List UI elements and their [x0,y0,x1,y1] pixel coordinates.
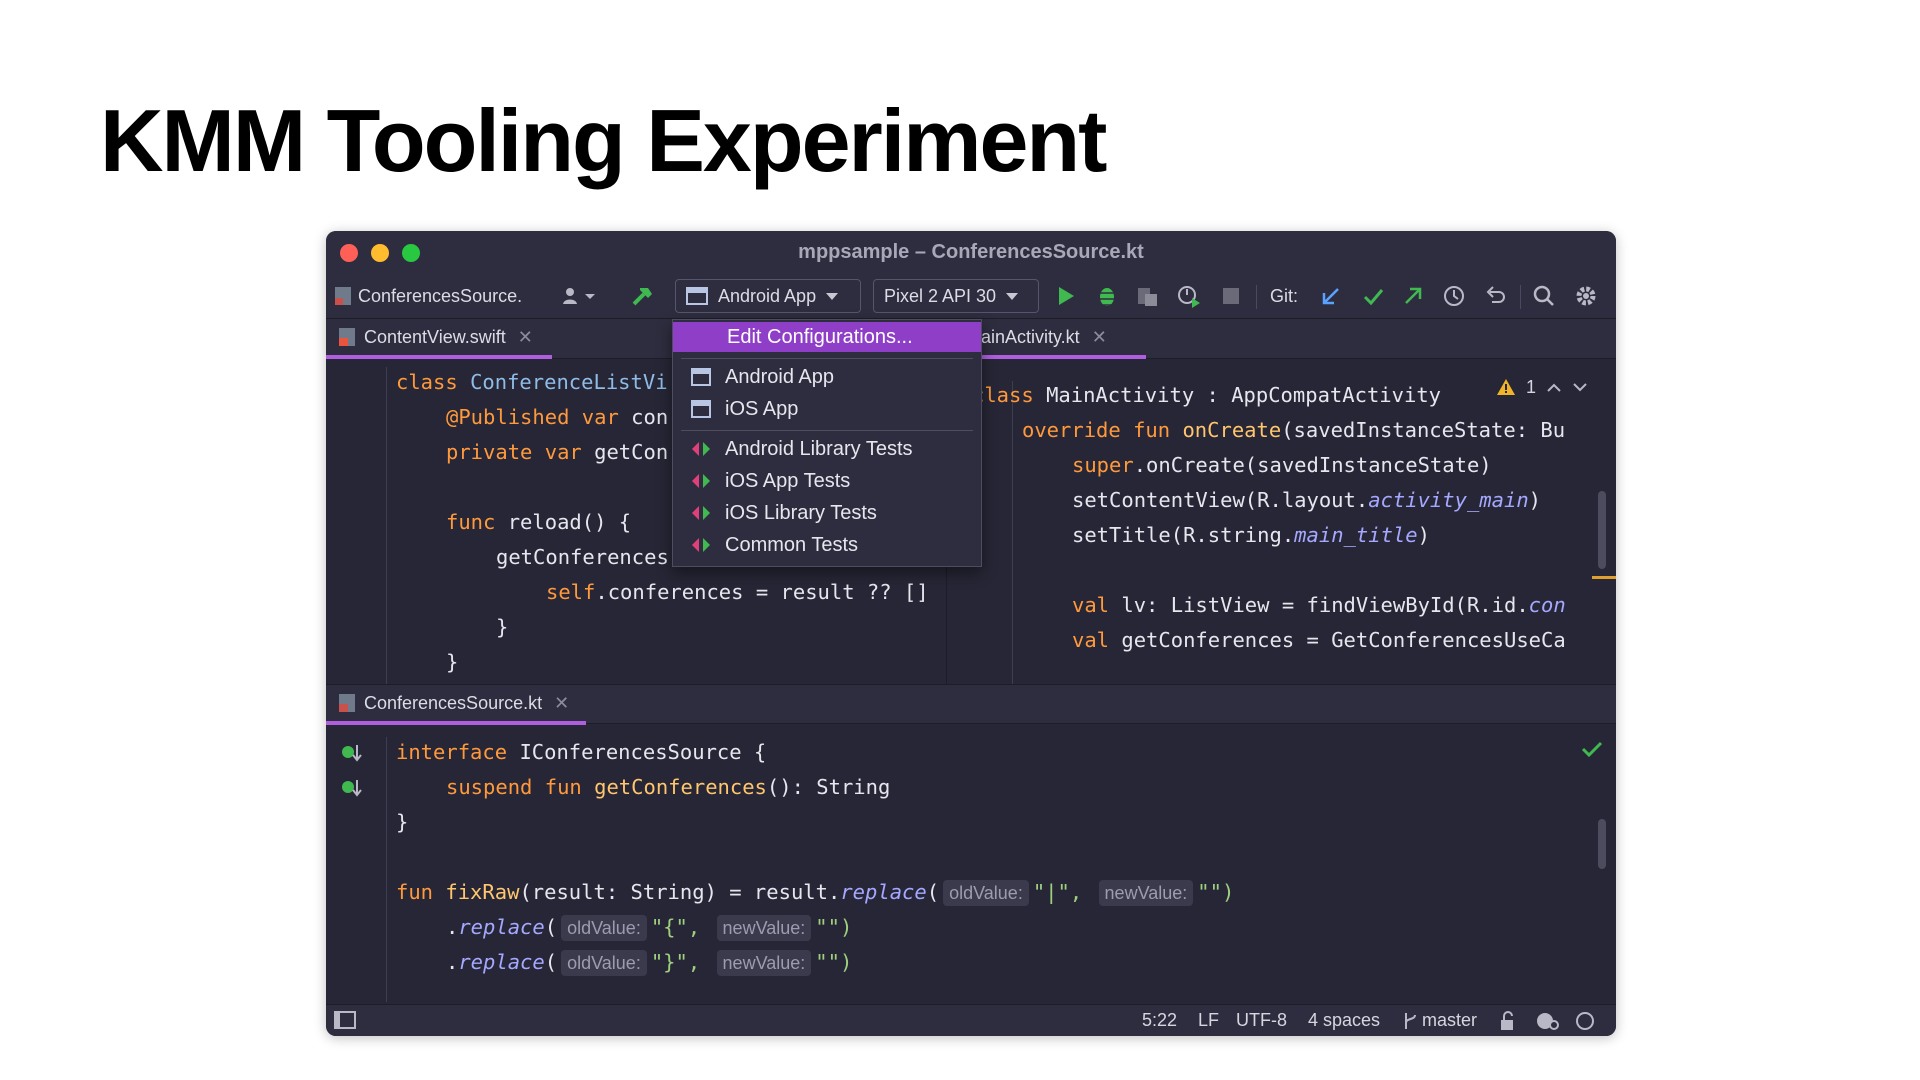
conferencessource-code-editor[interactable]: interface IConferencesSource { suspend f… [326,735,1576,1005]
chevron-down-icon [826,292,839,300]
user-menu-button[interactable] [562,273,596,319]
line-separator[interactable]: LF [1198,1010,1219,1031]
test-icon [692,506,710,520]
git-branch[interactable]: master [1422,1010,1477,1031]
mainactivity-code-editor[interactable]: class MainActivity : AppCompatActivity o… [956,378,1616,708]
parameter-hint: newValue: [716,915,812,941]
project-label: ConferencesSource. [358,285,523,306]
slide-title: KMM Tooling Experiment [100,91,1107,190]
git-commit-button[interactable] [1362,273,1384,319]
search-icon [1533,285,1554,306]
app-window-icon [691,368,711,386]
window-title: mppsample – ConferencesSource.kt [798,241,1144,263]
inspector-icon[interactable] [1534,1011,1560,1031]
close-icon[interactable]: ✕ [1092,327,1107,348]
close-icon[interactable]: ✕ [554,693,569,714]
run-config-label: Android App [718,285,817,306]
caret-position[interactable]: 5:22 [1142,1010,1177,1031]
device-dropdown[interactable]: Pixel 2 API 30 [873,279,1039,313]
chevron-down-icon [1006,292,1019,300]
parameter-hint: newValue: [1098,880,1194,906]
git-update-button[interactable] [1320,273,1342,319]
arrow-down-left-icon [1322,288,1339,305]
parameter-hint: oldValue: [561,915,647,941]
chevron-up-icon[interactable] [1546,381,1562,393]
main-toolbar: ConferencesSource. Android App Pixel 2 A… [326,273,1616,319]
no-problems-check-icon[interactable] [1580,739,1604,759]
coverage-button[interactable] [1176,273,1202,319]
git-push-button[interactable] [1402,273,1424,319]
warning-stripe [1592,576,1616,579]
menu-item-common-tests[interactable]: Common Tests [673,530,981,560]
menu-item-edit-configurations[interactable]: Edit Configurations... [673,322,981,352]
git-label: Git: [1270,285,1299,306]
tab-label: ContentView.swift [364,326,506,347]
status-bar: 5:22 LF UTF-8 4 spaces master [326,1004,1616,1036]
play-icon [1059,287,1074,305]
user-icon [563,288,595,304]
notifications-icon[interactable] [1574,1011,1596,1031]
close-icon[interactable]: ✕ [518,327,533,348]
menu-item-ios-app-tests[interactable]: iOS App Tests [673,466,981,496]
test-icon [692,442,710,456]
parameter-hint: oldValue: [561,950,647,976]
tab-contentview-swift[interactable]: ContentView.swift ✕ [326,319,552,359]
git-branch-icon [1405,1013,1416,1029]
settings-button[interactable] [1574,273,1598,319]
parameter-hint: newValue: [716,950,812,976]
chevron-down-icon[interactable] [1572,381,1588,393]
parameter-hint: oldValue: [943,880,1029,906]
kotlin-file-icon [335,287,351,305]
warning-icon [1497,379,1515,395]
git-history-button[interactable] [1442,273,1466,319]
unlock-icon[interactable] [1498,1011,1518,1031]
run-button[interactable] [1056,273,1076,319]
stop-button[interactable] [1222,273,1240,319]
panel-toggle-icon[interactable] [334,1011,356,1029]
coverage-icon [1178,286,1200,308]
checkmark-icon [1363,289,1384,306]
build-button[interactable] [630,273,656,319]
profile-button[interactable] [1136,273,1160,319]
search-button[interactable] [1532,273,1556,319]
run-configuration-dropdown[interactable]: Android App [675,279,861,313]
bottom-editor-scrollbar[interactable] [1598,819,1606,869]
menu-item-ios-library-tests[interactable]: iOS Library Tests [673,498,981,528]
project-selector[interactable]: ConferencesSource. [334,273,522,319]
menu-item-android-library-tests[interactable]: Android Library Tests [673,434,981,464]
menu-item-ios-app[interactable]: iOS App [673,394,981,424]
title-bar: mppsample – ConferencesSource.kt [326,231,1616,273]
right-editor-tabbar: MainActivity.kt ✕ [946,319,1616,359]
kotlin-file-icon [339,694,355,712]
clock-icon [1444,286,1464,306]
app-window-icon [686,287,708,305]
menu-item-android-app[interactable]: Android App [673,362,981,392]
warning-count: 1 [1526,376,1537,397]
device-label: Pixel 2 API 30 [884,285,997,306]
right-editor-scrollbar[interactable] [1598,491,1606,569]
app-window-icon [691,400,711,418]
hammer-icon [632,288,652,306]
stop-icon [1223,288,1239,304]
undo-icon [1486,286,1505,303]
tab-conferencessource-kt[interactable]: ConferencesSource.kt ✕ [326,685,586,725]
indent-setting[interactable]: 4 spaces [1308,1010,1380,1031]
tab-label: MainActivity.kt [966,326,1080,347]
test-icon [692,474,710,488]
bug-icon [1097,288,1117,306]
debug-button[interactable] [1096,273,1118,319]
profile-icon [1138,288,1157,306]
bottom-editor-tabbar: ConferencesSource.kt ✕ [326,684,1616,725]
arrow-up-right-icon [1405,287,1422,304]
git-rollback-button[interactable] [1484,273,1508,319]
file-encoding[interactable]: UTF-8 [1236,1010,1287,1031]
inspection-widget[interactable]: 1 [1488,372,1608,402]
run-configuration-menu: Edit Configurations... Android App iOS A… [672,319,982,567]
test-icon [692,538,710,552]
tab-label: ConferencesSource.kt [364,692,543,713]
gear-icon [1576,286,1596,306]
swift-file-icon [339,328,355,346]
